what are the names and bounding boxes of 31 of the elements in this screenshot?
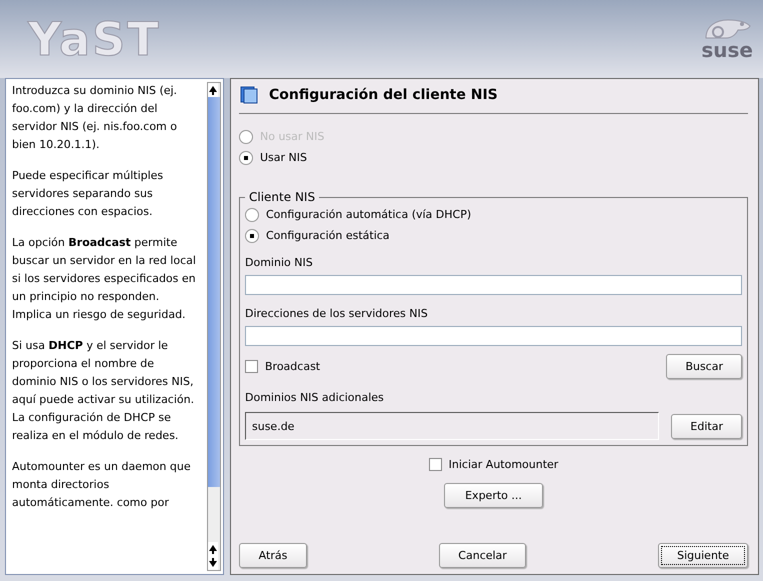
nav-button[interactable]: Atrás xyxy=(239,543,307,568)
radio-option[interactable]: Usar NIS xyxy=(239,149,307,166)
nav-button[interactable]: Siguiente xyxy=(658,543,748,568)
scroll-up-icon[interactable] xyxy=(208,83,218,97)
expert-button[interactable]: Experto ... xyxy=(444,483,543,508)
field-label: Dominio NIS xyxy=(245,256,314,269)
checkbox-option[interactable]: Iniciar Automounter xyxy=(428,456,558,473)
radio-icon[interactable] xyxy=(245,228,259,242)
edit-button[interactable]: Editar xyxy=(671,414,742,438)
radio-icon[interactable] xyxy=(239,150,253,164)
suse-logo: suse xyxy=(701,40,753,60)
domains-field: suse.de xyxy=(245,412,660,440)
field-label: Direcciones de los servidores NIS xyxy=(245,307,429,320)
help-paragraph: Introduzca su dominio NIS (ej. foo.com) y la dirección del servidor NIS (ej. nis.foo.com o bien 10.20.1.1). xyxy=(12,83,178,153)
radio-option[interactable]: Configuración estática xyxy=(245,227,390,244)
field-label: Dominios NIS adicionales xyxy=(245,391,385,404)
help-paragraph: Automounter es un daemon que monta directorios automáticamente. como por xyxy=(12,459,192,511)
group-title: Cliente NIS xyxy=(248,190,316,204)
checkbox-option[interactable]: Broadcast xyxy=(245,358,320,375)
scroll-up-icon[interactable] xyxy=(208,542,218,556)
yast-logo: YaST xyxy=(28,12,161,66)
help-paragraph: Si usa DHCP y el servidor le proporciona el nombre de dominio NIS o los servidores NIS, aquí puede activar su utilización. La configuración de DHCP se realiza en el módulo de redes. xyxy=(12,338,196,444)
search-button[interactable]: Buscar xyxy=(666,354,742,379)
help-paragraph: La opción Broadcast permite buscar un servidor en la red local si los servidores especificados en un principio no responden. Implica un riesgo de seguridad. xyxy=(12,235,197,323)
help-paragraph: Puede especificar múltiples servidores separando sus direcciones con espacios. xyxy=(12,168,164,220)
dialog-title: Configuración del cliente NIS xyxy=(269,87,498,103)
scroll-down-icon[interactable] xyxy=(208,556,218,570)
nav-button[interactable]: Cancelar xyxy=(439,543,526,568)
document-icon xyxy=(239,85,259,105)
radio-icon[interactable] xyxy=(245,208,259,222)
radio-option[interactable]: Configuración automática (vía DHCP) xyxy=(245,206,472,223)
